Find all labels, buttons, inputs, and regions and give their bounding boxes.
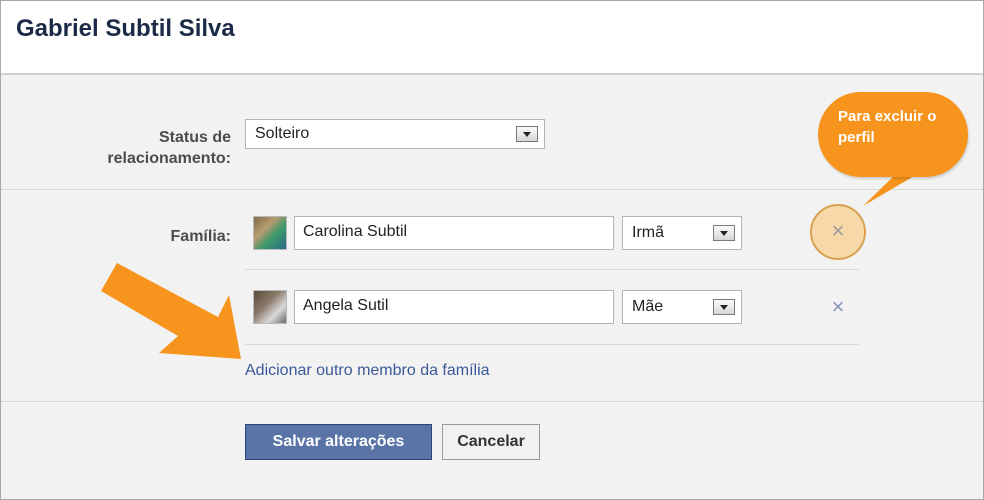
settings-panel: Gabriel Subtil Silva Status de relaciona… <box>0 0 984 500</box>
row-divider <box>245 344 859 345</box>
remove-member-icon[interactable]: × <box>828 220 848 242</box>
section-divider <box>1 401 983 402</box>
annotation-callout: Para excluir o perfil <box>818 92 968 177</box>
section-divider <box>1 189 983 190</box>
page-header: Gabriel Subtil Silva <box>1 1 983 75</box>
family-member-name-input[interactable]: Carolina Subtil <box>294 216 614 250</box>
relationship-status-label: Status de relacionamento: <box>107 129 231 167</box>
relationship-status-select[interactable]: Solteiro <box>245 119 545 149</box>
avatar <box>253 290 287 324</box>
family-relation-value: Irmã <box>632 224 664 241</box>
add-family-member-link[interactable]: Adicionar outro membro da família <box>245 362 490 380</box>
remove-member-icon[interactable]: × <box>828 296 848 318</box>
family-label: Família: <box>170 228 231 245</box>
family-relation-select[interactable]: Irmã <box>622 216 742 250</box>
chevron-down-icon[interactable] <box>713 225 735 241</box>
row-divider <box>245 269 859 270</box>
relationship-status-value: Solteiro <box>255 125 310 142</box>
family-relation-select[interactable]: Mãe <box>622 290 742 324</box>
save-button[interactable]: Salvar alterações <box>245 424 432 460</box>
chevron-down-icon[interactable] <box>713 299 735 315</box>
avatar <box>253 216 287 250</box>
chevron-down-icon[interactable] <box>516 126 538 142</box>
family-member-name-input[interactable]: Angela Sutil <box>294 290 614 324</box>
page-title: Gabriel Subtil Silva <box>16 15 235 42</box>
highlight-circle: × <box>810 204 866 260</box>
cancel-button[interactable]: Cancelar <box>442 424 540 460</box>
family-relation-value: Mãe <box>632 298 664 315</box>
